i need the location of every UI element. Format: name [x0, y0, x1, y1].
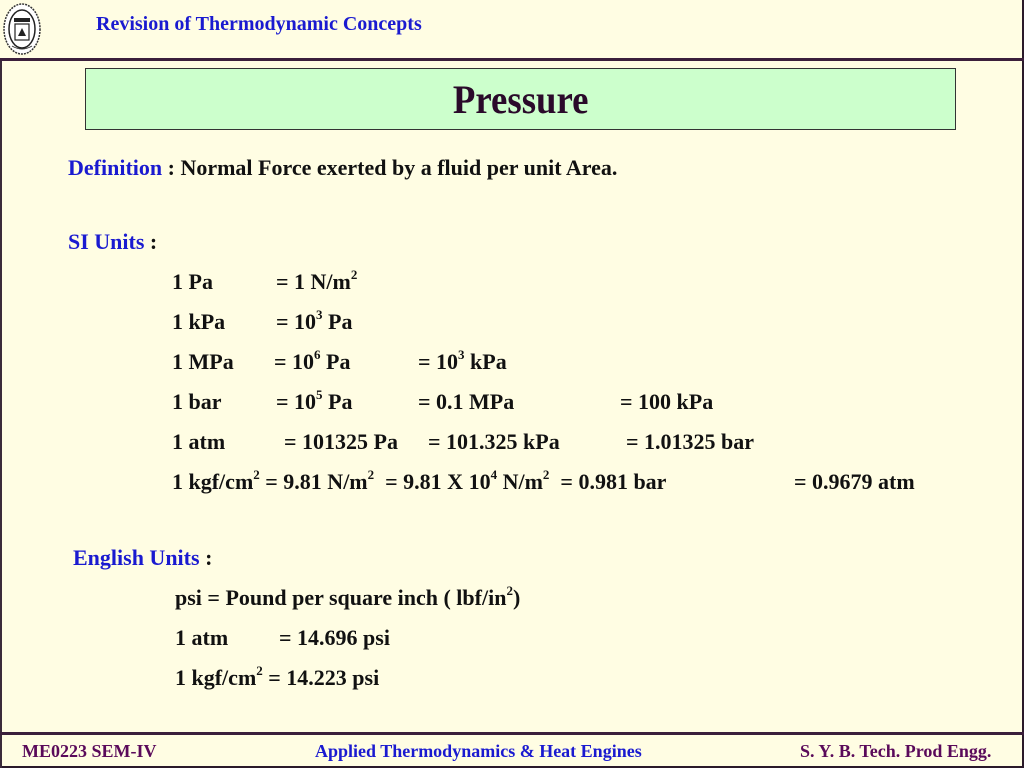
- english-row-eq: = 14.696 psi: [279, 625, 390, 650]
- slide-title-box: Pressure: [85, 68, 956, 130]
- english-units-heading: English Units :: [73, 545, 212, 571]
- psi-definition: psi = Pound per square inch ( lbf/in2): [175, 582, 521, 610]
- header-divider: [0, 58, 1024, 61]
- si-units-label: SI Units: [68, 229, 145, 254]
- footer-divider: [0, 732, 1024, 735]
- footer-course-code: ME0223 SEM-IV: [22, 741, 157, 761]
- si-row-eq2: = 103 kPa: [418, 346, 507, 374]
- si-row-eq2: = 0.1 MPa: [418, 389, 515, 414]
- footer-course-title: Applied Thermodynamics & Heat Engines: [315, 741, 642, 761]
- si-units-sep: :: [144, 229, 158, 254]
- si-row-unit: 1 atm: [172, 429, 226, 454]
- definition-line: Definition : Normal Force exerted by a f…: [68, 155, 617, 181]
- kgf-unit: 1 kgf/cm2: [172, 466, 260, 494]
- si-row-eq3: = 100 kPa: [620, 389, 714, 414]
- si-row-unit: 1 kPa: [172, 309, 226, 334]
- footer-program: S. Y. B. Tech. Prod Engg.: [800, 741, 992, 761]
- si-row-eq2: = 101.325 kPa: [428, 429, 560, 454]
- si-row-eq1: = 101325 Pa: [284, 429, 398, 454]
- kgf-eq4: = 0.9679 atm: [794, 469, 915, 494]
- left-border: [0, 60, 2, 768]
- header-title: Revision of Thermodynamic Concepts: [96, 13, 422, 35]
- definition-label: Definition: [68, 155, 163, 180]
- si-row-eq1: = 1 N/m2: [276, 266, 358, 294]
- si-row-eq1: = 105 Pa: [276, 386, 353, 414]
- slide-title: Pressure: [452, 76, 589, 122]
- si-row-kgf: 1 kgf/cm2 = 9.81 N/m2 = 9.81 X 104 N/m2 …: [172, 466, 915, 495]
- english-row-kgf: 1 kgf/cm2 = 14.223 psi: [175, 662, 380, 690]
- si-row-unit: 1 Pa: [172, 269, 213, 294]
- definition-text: Normal Force exerted by a fluid per unit…: [180, 155, 618, 180]
- si-row-eq1: = 103 Pa: [276, 306, 353, 334]
- si-row-unit: 1 bar: [172, 389, 222, 414]
- definition-sep: :: [162, 155, 181, 180]
- si-row-eq1: = 106 Pa: [274, 346, 351, 374]
- si-row-unit: 1 MPa: [172, 349, 234, 374]
- english-units-label: English Units: [73, 545, 200, 570]
- kgf-eq2: = 9.81 X 104 N/m2: [374, 466, 550, 494]
- si-units-heading: SI Units :: [68, 229, 157, 255]
- english-row-unit: 1 atm: [175, 625, 229, 650]
- si-row-eq3: = 1.01325 bar: [626, 429, 755, 454]
- kgf-eq1: = 9.81 N/m2: [259, 466, 375, 494]
- english-units-sep: :: [199, 545, 213, 570]
- institution-emblem-icon: [3, 3, 41, 55]
- kgf-eq3: = 0.981 bar: [549, 469, 667, 494]
